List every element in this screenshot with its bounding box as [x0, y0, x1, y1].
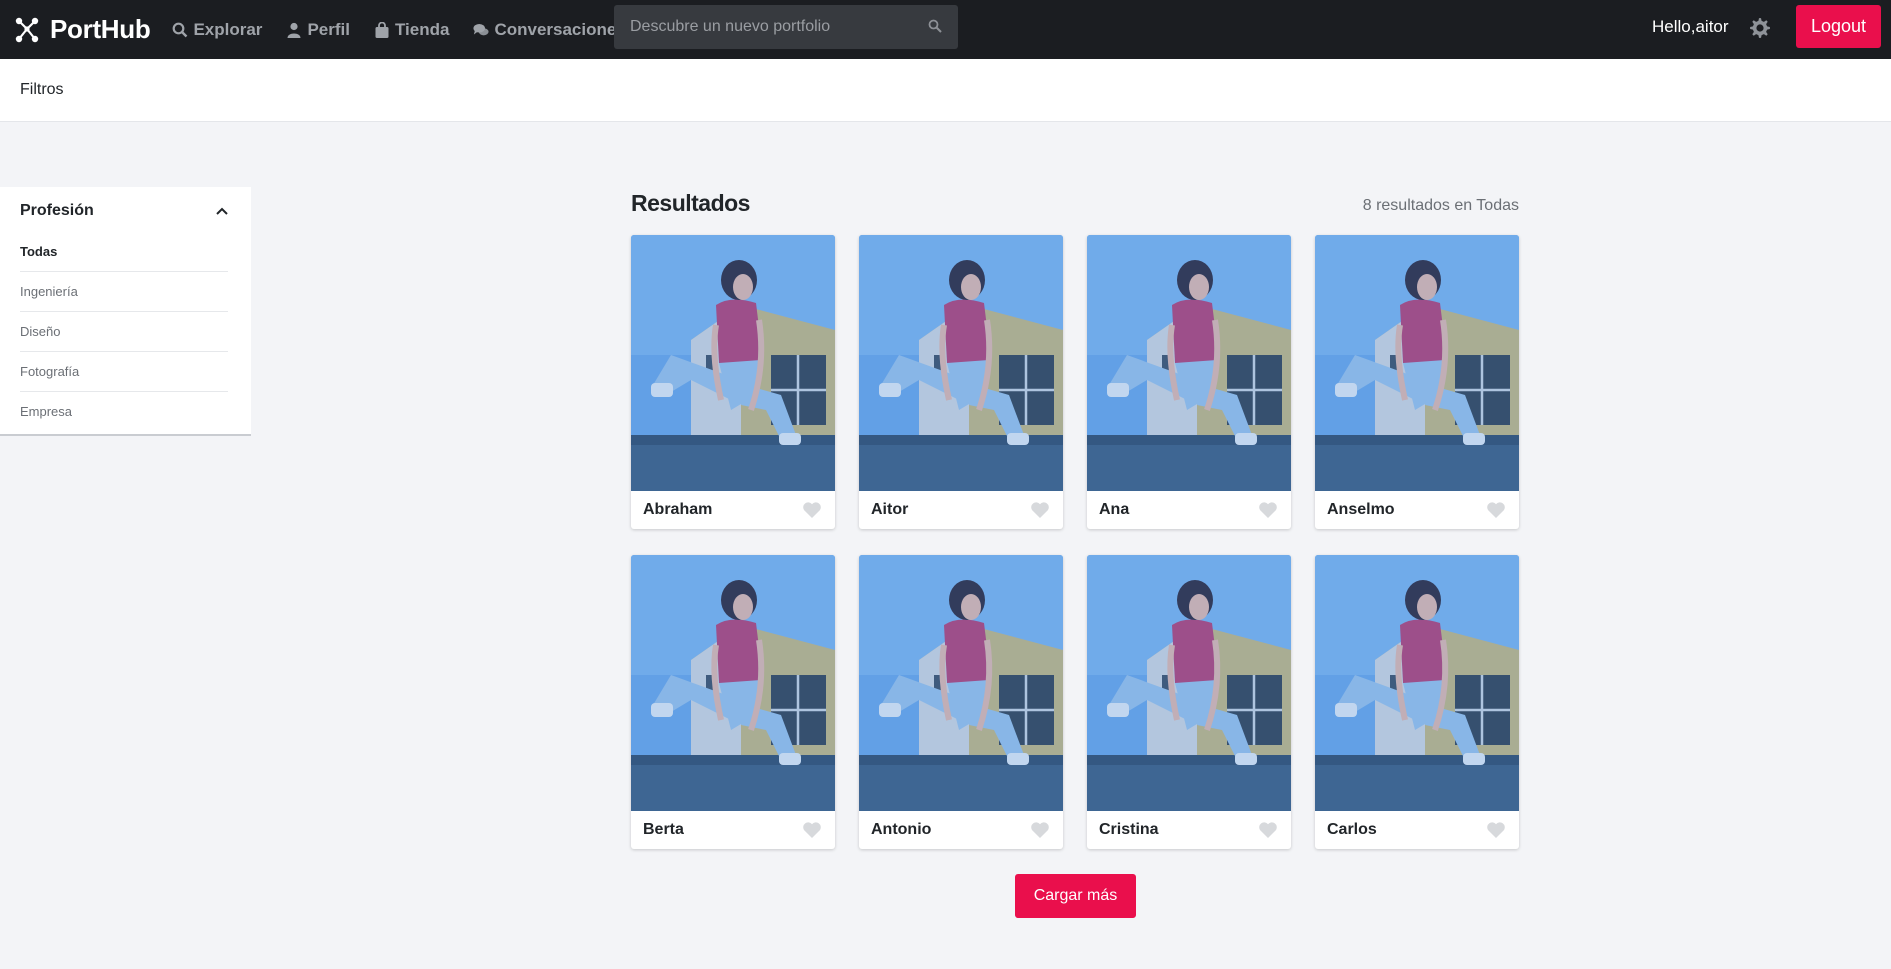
nav-tienda-label: Tienda — [394, 19, 450, 39]
portfolio-name[interactable]: Berta — [643, 821, 684, 839]
portfolio-photo[interactable] — [1315, 235, 1519, 491]
nav-conversaciones[interactable]: Conversaciones — [473, 19, 626, 40]
nav-explorar-label: Explorar — [193, 19, 263, 39]
portfolio-name[interactable]: Cristina — [1099, 821, 1159, 839]
portfolio-card[interactable]: Cristina — [1087, 555, 1291, 849]
portfolio-card[interactable]: Berta — [631, 555, 835, 849]
heart-icon[interactable] — [802, 501, 822, 519]
search-submit-icon[interactable] — [928, 19, 942, 33]
nav-tienda[interactable]: Tienda — [374, 20, 449, 40]
filter-item-diseno[interactable]: Diseño — [20, 312, 228, 352]
filter-item-todas[interactable]: Todas — [20, 232, 228, 272]
portfolio-photo[interactable] — [859, 235, 1063, 491]
user-icon — [287, 22, 301, 38]
heart-icon[interactable] — [1258, 501, 1278, 519]
portfolio-photo[interactable] — [1087, 235, 1291, 491]
portfolio-name[interactable]: Aitor — [871, 501, 908, 519]
nav-links: Explorar Perfil Tienda Conversaciones — [172, 20, 649, 40]
portfolio-name[interactable]: Ana — [1099, 501, 1129, 519]
filter-item-empresa[interactable]: Empresa — [20, 392, 228, 431]
portfolio-card[interactable]: Carlos — [1315, 555, 1519, 849]
portfolio-photo[interactable] — [631, 235, 835, 491]
brand[interactable]: PortHub — [14, 14, 151, 45]
heart-icon[interactable] — [1258, 821, 1278, 839]
filter-item-fotografia[interactable]: Fotografía — [20, 352, 228, 392]
nav-explorar[interactable]: Explorar — [172, 20, 262, 40]
heart-icon[interactable] — [1030, 501, 1050, 519]
portfolio-name[interactable]: Abraham — [643, 501, 712, 519]
portfolio-card[interactable]: Antonio — [859, 555, 1063, 849]
search-icon — [173, 22, 188, 37]
portfolio-photo[interactable] — [859, 555, 1063, 811]
filter-item-ingenieria[interactable]: Ingeniería — [20, 272, 228, 312]
results-count: 8 resultados en Todas — [1362, 197, 1519, 214]
search-input[interactable] — [628, 17, 922, 37]
portfolio-photo[interactable] — [631, 555, 835, 811]
profession-filter-panel: Profesión Todas Ingeniería Diseño Fotogr… — [0, 187, 251, 436]
shopping-bag-icon — [375, 21, 389, 38]
results-title: Resultados — [631, 190, 750, 216]
heart-icon[interactable] — [1030, 821, 1050, 839]
top-navbar: PortHub Explorar Perfil Tienda Conversac… — [0, 0, 1891, 59]
portfolio-card[interactable]: Abraham — [631, 235, 835, 529]
filters-title[interactable]: Filtros — [20, 81, 64, 99]
brand-name: PortHub — [50, 14, 151, 44]
portfolio-card[interactable]: Ana — [1087, 235, 1291, 529]
portfolio-card[interactable]: Anselmo — [1315, 235, 1519, 529]
nav-conversaciones-label: Conversaciones — [494, 19, 626, 39]
portfolio-name[interactable]: Anselmo — [1327, 501, 1395, 519]
portfolio-photo[interactable] — [1315, 555, 1519, 811]
portfolio-photo[interactable] — [1087, 555, 1291, 811]
profession-filter-list: Todas Ingeniería Diseño Fotografía Empre… — [20, 232, 228, 431]
load-more-button[interactable]: Cargar más — [1015, 874, 1136, 918]
chat-icon — [473, 23, 490, 35]
profession-filter-header[interactable]: Profesión — [20, 202, 230, 226]
logout-button[interactable]: Logout — [1796, 5, 1881, 48]
heart-icon[interactable] — [1486, 501, 1506, 519]
logo-icon — [15, 17, 39, 42]
search-box — [614, 5, 958, 49]
portfolio-name[interactable]: Antonio — [871, 821, 931, 839]
filters-bar: Filtros — [0, 59, 1891, 122]
portfolio-card[interactable]: Aitor — [859, 235, 1063, 529]
heart-icon[interactable] — [1486, 821, 1506, 839]
greeting: Hello,aitor — [1652, 17, 1729, 36]
gear-icon[interactable] — [1748, 16, 1772, 40]
profession-filter-title: Profesión — [20, 202, 94, 219]
chevron-up-icon[interactable] — [214, 204, 230, 218]
nav-perfil[interactable]: Perfil — [286, 20, 350, 40]
nav-perfil-label: Perfil — [307, 19, 350, 39]
heart-icon[interactable] — [802, 821, 822, 839]
portfolio-name[interactable]: Carlos — [1327, 821, 1377, 839]
